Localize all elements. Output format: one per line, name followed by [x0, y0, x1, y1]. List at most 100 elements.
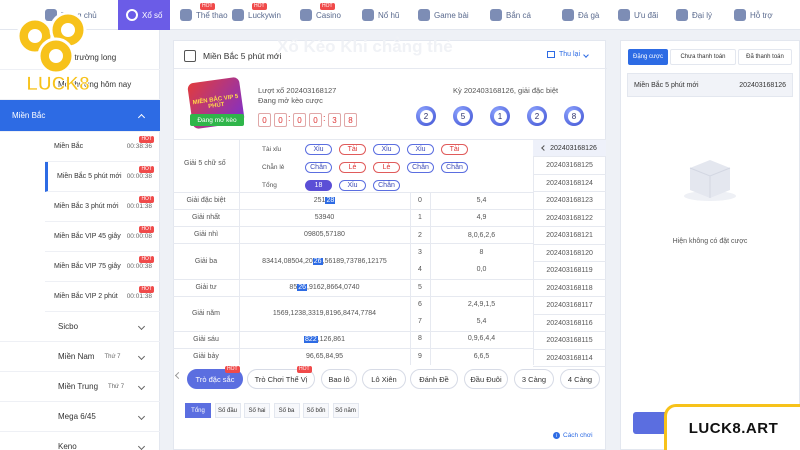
prize-label: Giải sáu — [193, 336, 219, 343]
period-item[interactable]: 202403168116 — [533, 315, 606, 332]
number-position-tab[interactable]: Số bốn — [303, 403, 329, 418]
result-ball-number: 2 — [419, 109, 433, 123]
support-icon — [734, 9, 746, 21]
sidebar-subitem[interactable]: Miền Bắc 3 phút mới 00:01:38 HOT — [45, 192, 160, 222]
period-item[interactable]: 202403168125 — [533, 158, 606, 175]
nav-item-gift[interactable]: Ưu đãi — [618, 0, 658, 30]
sidebar-subitem[interactable]: Miền Bắc VIP 45 giây 00:00:08 HOT — [45, 222, 160, 252]
sidebar-group[interactable]: Miền Trung Thứ 7 — [0, 372, 160, 402]
period-item[interactable]: 202403168123 — [533, 193, 606, 210]
five-digit-prize-label: Giải 5 chữ số — [184, 160, 226, 167]
prize-numbers: 85 26,9162,8664,0740 — [239, 279, 410, 296]
nav-item-support[interactable]: Hỗ trợ — [734, 0, 773, 30]
head-digit: 2 — [418, 231, 422, 239]
play-tab[interactable]: 4 Càng — [560, 369, 600, 389]
nav-item-rooster[interactable]: Đá gà — [562, 0, 599, 30]
rooster-icon — [562, 9, 574, 21]
nav-item-luckywin[interactable]: Luckywin HOT — [232, 0, 281, 30]
nav-item-cards[interactable]: Game bài — [418, 0, 469, 30]
period-item[interactable]: 202403168124 — [533, 175, 606, 192]
countdown-digit: 8 — [344, 113, 357, 127]
draw-status: Đang mở kèo cược — [258, 96, 323, 105]
collapse-button[interactable]: Thu lại — [547, 51, 589, 58]
sidebar-subitem[interactable]: Miền Bắc 00:38:36 HOT — [45, 132, 160, 162]
sidebar-group-label: Keno — [58, 442, 77, 450]
play-tab[interactable]: 3 Càng — [514, 369, 554, 389]
head-digit: 1 — [418, 214, 422, 222]
number-position-tab[interactable]: Tổng — [185, 403, 211, 418]
sidebar-group[interactable]: Mega 6/45 — [0, 402, 160, 432]
head-digit: 3 — [418, 248, 422, 256]
sidebar-subitem[interactable]: Miền Bắc VIP 75 giây 00:00:38 HOT — [45, 252, 160, 282]
nav-item-sports[interactable]: Thể thao HOT — [180, 0, 228, 30]
sidebar-subitem[interactable]: Miền Bắc 5 phút mới 00:00:38 HOT — [45, 162, 160, 192]
chevron-left-icon — [541, 145, 547, 151]
result-ball-number: 2 — [530, 109, 544, 123]
head-digit: 5 — [418, 283, 422, 291]
nav-item-label: Ưu đãi — [634, 10, 659, 20]
period-item[interactable]: 202403168119 — [533, 263, 606, 280]
period-item[interactable]: 202403168120 — [533, 245, 606, 262]
hot-badge: HOT — [139, 136, 154, 143]
weekday-select[interactable]: Thứ 7 — [104, 354, 120, 360]
nav-item-slot[interactable]: Nổ hũ — [362, 0, 399, 30]
prize-number-text: ,126,861 — [317, 336, 345, 343]
number-position-tab[interactable]: Số hai — [244, 403, 270, 418]
analysis-tag: Chẵn — [407, 162, 434, 173]
prize-number-highlight: 822 — [304, 336, 318, 343]
period-item[interactable]: 202403168121 — [533, 228, 606, 245]
sidebar-subitem-label: Miền Bắc 3 phút mới — [54, 203, 119, 210]
weekday-select[interactable]: Thứ 7 — [108, 384, 124, 390]
play-tab[interactable]: Lô Xiên — [362, 369, 406, 389]
nav-item-agent[interactable]: Đại lý — [676, 0, 712, 30]
nav-item-fish[interactable]: Bắn cá — [490, 0, 531, 30]
nav-item-casino[interactable]: Casino HOT — [300, 0, 341, 30]
bet-slip-tab[interactable]: Đặng cược — [628, 49, 668, 65]
period-item[interactable]: 202403168117 — [533, 298, 606, 315]
period-number: 202403168118 — [546, 284, 593, 292]
head-values: 5,4 — [476, 197, 487, 204]
period-item[interactable]: 202403168122 — [533, 210, 606, 227]
hot-badge: HOT — [139, 286, 154, 293]
period-item[interactable]: 202403168114 — [533, 350, 606, 367]
hot-badge: HOT — [139, 196, 154, 203]
number-position-tab[interactable]: Số năm — [332, 403, 359, 418]
period-item[interactable]: 202403168115 — [533, 333, 606, 350]
number-position-tab[interactable]: Số đầu — [214, 403, 241, 418]
sidebar-region-mien-bac[interactable]: Miền Bắc — [0, 100, 160, 132]
head-values: 0,9,6,4,4 — [467, 335, 496, 343]
sidebar-group[interactable]: Miền Nam Thứ 7 — [0, 342, 160, 372]
analysis-tag: 18 — [305, 180, 332, 191]
bet-slip-tab[interactable]: Đã thanh toán — [738, 49, 792, 65]
nav-item-lottery[interactable]: Xổ số — [118, 0, 171, 30]
how-to-play-link[interactable]: i Cách chơi — [553, 432, 593, 439]
draw-label: Lượt xổ 202403168127 — [258, 86, 337, 95]
sidebar-subitem[interactable]: Miền Bắc VIP 2 phút 00:01:38 HOT — [45, 282, 160, 312]
sidebar-group[interactable]: Keno — [0, 432, 160, 450]
prize-label: Giải ba — [194, 257, 218, 265]
sidebar-subitem-label: Miền Bắc VIP 45 giây — [54, 233, 121, 240]
period-item[interactable]: 202403168118 — [533, 280, 606, 297]
analysis-tag: Tài — [339, 144, 366, 155]
prize-numbers: 1569,1238,3319,8196,8474,7784 — [239, 296, 410, 331]
prize-number-highlight: 28 — [325, 197, 336, 204]
period-number: 202403168119 — [546, 267, 593, 274]
prize-numbers: 822,126,861 — [239, 331, 410, 348]
sidebar-group[interactable]: Sicbo — [0, 312, 160, 342]
period-number: 202403168121 — [546, 232, 593, 239]
slot-icon — [362, 9, 374, 21]
play-tab[interactable]: Đánh Đề — [410, 369, 458, 389]
prize-label: Giải nhì — [193, 231, 219, 238]
bet-slip-tab[interactable]: Chưa thanh toán — [670, 49, 736, 65]
period-item[interactable]: 202403168126 — [533, 140, 606, 157]
head-digit: 4 — [418, 266, 422, 274]
number-position-tab[interactable]: Số ba — [273, 403, 300, 418]
play-tab[interactable]: Đầu Đuôi — [464, 369, 508, 389]
logo-text: LUCK8 — [26, 74, 89, 95]
play-tab[interactable]: Bao lô — [321, 369, 357, 389]
sidebar-item-label: Miền Bắc — [12, 111, 46, 120]
head-values: 6,6,5 — [473, 352, 490, 360]
hot-badge: HOT — [139, 226, 154, 233]
countdown-separator: : — [288, 113, 291, 123]
head-digit: 7 — [418, 318, 422, 326]
